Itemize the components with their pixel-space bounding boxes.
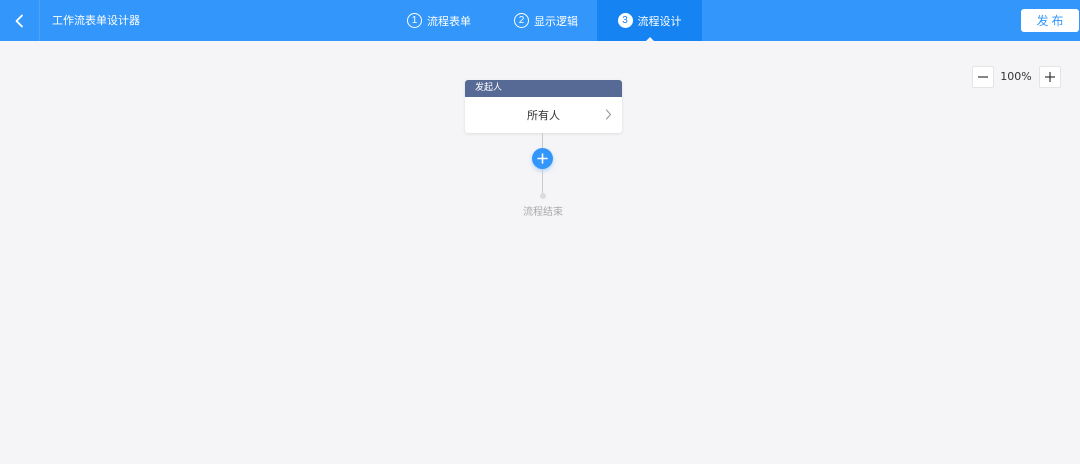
plus-icon <box>537 153 548 164</box>
step-label: 显示逻辑 <box>534 14 578 28</box>
start-node-title: 发起人 <box>465 80 622 97</box>
app-title: 工作流表单设计器 <box>52 14 140 27</box>
start-node-card[interactable]: 发起人 所有人 <box>465 80 622 133</box>
tab-form[interactable]: 1 流程表单 <box>407 0 471 41</box>
connector-line <box>542 133 543 148</box>
start-node-value: 所有人 <box>527 109 560 122</box>
step-label: 流程表单 <box>427 14 471 28</box>
step-label: 流程设计 <box>637 14 682 28</box>
step-number: 3 <box>617 13 633 28</box>
flow-end-label: 流程结束 <box>523 207 563 218</box>
tab-flow-design[interactable]: 3 流程设计 <box>597 0 702 41</box>
step-number: 2 <box>514 13 529 28</box>
zoom-level: 100% <box>1000 70 1032 83</box>
add-node-button[interactable] <box>532 148 553 169</box>
tab-display-logic[interactable]: 2 显示逻辑 <box>514 0 578 41</box>
connector-line <box>542 169 543 194</box>
flow-end-dot <box>540 193 546 199</box>
minus-icon <box>978 76 988 78</box>
zoom-in-button[interactable] <box>1039 66 1061 88</box>
back-button[interactable] <box>0 0 40 41</box>
zoom-out-button[interactable] <box>972 66 994 88</box>
start-node-body[interactable]: 所有人 <box>465 97 622 133</box>
chevron-left-icon <box>15 14 23 27</box>
step-number: 1 <box>407 13 422 28</box>
plus-icon <box>1045 72 1055 82</box>
publish-button[interactable]: 发布 <box>1021 9 1079 32</box>
chevron-right-icon <box>605 109 612 120</box>
top-bar: 工作流表单设计器 1 流程表单 2 显示逻辑 3 流程设计 发布 <box>0 0 1080 41</box>
active-tab-indicator <box>645 37 654 41</box>
